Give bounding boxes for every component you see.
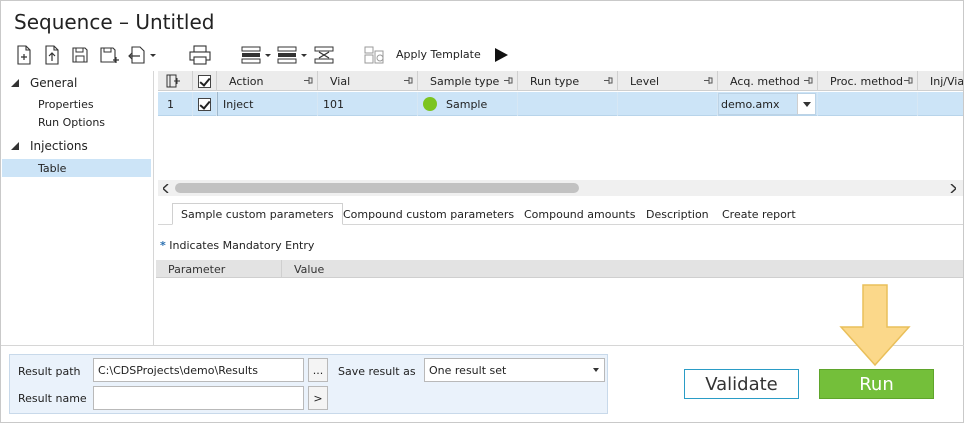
tab-sample-custom-parameters[interactable]: Sample custom parameters — [172, 203, 343, 225]
mandatory-text: Indicates Mandatory Entry — [169, 239, 315, 252]
scrollbar-thumb[interactable] — [175, 183, 579, 193]
collapse-triangle-icon[interactable] — [11, 142, 19, 150]
save-result-as-select[interactable]: One result set — [424, 358, 605, 382]
row-index: 1 — [158, 92, 193, 116]
column-header-sample-type[interactable]: Sample type — [418, 71, 518, 91]
column-header-proc-method[interactable]: Proc. method — [818, 71, 918, 91]
pin-icon[interactable] — [404, 76, 413, 85]
pin-icon[interactable] — [804, 76, 813, 85]
result-name-label: Result name — [18, 392, 87, 405]
result-name-button[interactable]: > — [308, 386, 328, 410]
column-header-action[interactable]: Action — [217, 71, 318, 91]
chevron-down-icon[interactable] — [593, 368, 599, 372]
down-arrow-annotation-icon — [839, 284, 911, 366]
parameters-table-header: Parameter Value — [156, 260, 963, 278]
new-icon[interactable] — [13, 43, 35, 67]
cell-vial[interactable]: 101 — [318, 92, 418, 116]
template-icon[interactable] — [363, 43, 387, 67]
cell-proc-method[interactable] — [818, 92, 918, 116]
tree-group-label: Injections — [30, 139, 88, 153]
column-header-level[interactable]: Level — [618, 71, 718, 91]
window-title: Sequence – Untitled — [14, 10, 215, 34]
print-icon[interactable] — [187, 43, 213, 67]
acq-method-combo[interactable]: demo.amx — [718, 93, 816, 115]
cell-inj-vial[interactable] — [918, 92, 963, 116]
table-header: Action Vial Sample type Run type Level A… — [158, 71, 963, 91]
scroll-right-icon[interactable] — [947, 182, 959, 194]
divider — [1, 345, 964, 346]
save-icon[interactable] — [69, 43, 91, 67]
sequence-window: Sequence – Untitled Apply Template Gener… — [0, 0, 964, 423]
validate-button[interactable]: Validate — [684, 369, 799, 399]
column-header-parameter[interactable]: Parameter — [156, 260, 282, 278]
import-icon[interactable] — [127, 43, 159, 67]
mandatory-star: * — [160, 239, 166, 252]
mandatory-note: * Indicates Mandatory Entry — [160, 239, 314, 252]
run-icon[interactable] — [492, 43, 510, 67]
column-header-acq-method[interactable]: Acq. method — [718, 71, 818, 91]
pin-icon[interactable] — [604, 76, 613, 85]
tab-compound-amounts[interactable]: Compound amounts — [516, 203, 643, 225]
delete-rows-icon[interactable] — [313, 43, 339, 67]
injection-table: Action Vial Sample type Run type Level A… — [158, 71, 963, 183]
cell-acq-method[interactable]: demo.amx — [718, 92, 818, 116]
cell-level[interactable] — [618, 92, 718, 116]
open-icon[interactable] — [41, 43, 63, 67]
collapse-triangle-icon[interactable] — [11, 79, 19, 87]
move-rows-icon[interactable] — [277, 43, 311, 67]
tab-description[interactable]: Description — [638, 203, 717, 225]
table-row[interactable]: 1 Inject 101 Sample demo.amx — [158, 92, 963, 116]
row-header-icon[interactable] — [158, 71, 193, 91]
browse-button[interactable]: ... — [308, 358, 328, 382]
detail-tabs: Sample custom parameters Compound custom… — [158, 199, 963, 225]
pin-icon[interactable] — [504, 76, 513, 85]
save-as-icon[interactable] — [97, 43, 123, 67]
insert-rows-icon[interactable] — [241, 43, 275, 67]
select-all-checkbox[interactable] — [193, 71, 217, 91]
tab-compound-custom-parameters[interactable]: Compound custom parameters — [335, 203, 522, 225]
tab-create-report[interactable]: Create report — [714, 203, 804, 225]
save-result-as-label: Save result as — [338, 365, 416, 378]
toolbar: Apply Template — [13, 41, 553, 69]
pin-icon[interactable] — [904, 76, 913, 85]
column-header-inj-vial[interactable]: Inj/Via — [918, 71, 963, 91]
column-header-value[interactable]: Value — [282, 260, 963, 278]
pin-icon[interactable] — [704, 76, 713, 85]
sidebar: General Properties Run Options Injection… — [2, 71, 154, 345]
horizontal-scrollbar[interactable] — [158, 180, 963, 196]
cell-sample-type[interactable]: Sample — [418, 92, 518, 116]
chevron-down-icon[interactable] — [797, 94, 815, 114]
row-checkbox[interactable] — [193, 92, 217, 116]
result-path-input[interactable]: C:\CDSProjects\demo\Results — [93, 358, 304, 382]
tree-group-injections[interactable]: Injections — [2, 137, 154, 155]
tree-item-properties[interactable]: Properties — [2, 95, 151, 113]
cell-run-type[interactable] — [518, 92, 618, 116]
tree-group-general[interactable]: General — [2, 74, 154, 92]
result-panel: Result path C:\CDSProjects\demo\Results … — [9, 354, 608, 414]
apply-template-label[interactable]: Apply Template — [396, 48, 481, 61]
column-header-vial[interactable]: Vial — [318, 71, 418, 91]
sample-status-dot — [423, 97, 437, 111]
scroll-left-icon[interactable] — [160, 182, 172, 194]
result-name-input[interactable] — [93, 386, 304, 410]
tree-item-table[interactable]: Table — [2, 159, 151, 177]
pin-icon[interactable] — [304, 76, 313, 85]
run-button[interactable]: Run — [819, 369, 934, 399]
cell-action[interactable]: Inject — [217, 92, 318, 116]
tree-group-label: General — [30, 76, 78, 90]
column-header-run-type[interactable]: Run type — [518, 71, 618, 91]
tree-item-run-options[interactable]: Run Options — [2, 113, 151, 131]
result-path-label: Result path — [18, 365, 81, 378]
